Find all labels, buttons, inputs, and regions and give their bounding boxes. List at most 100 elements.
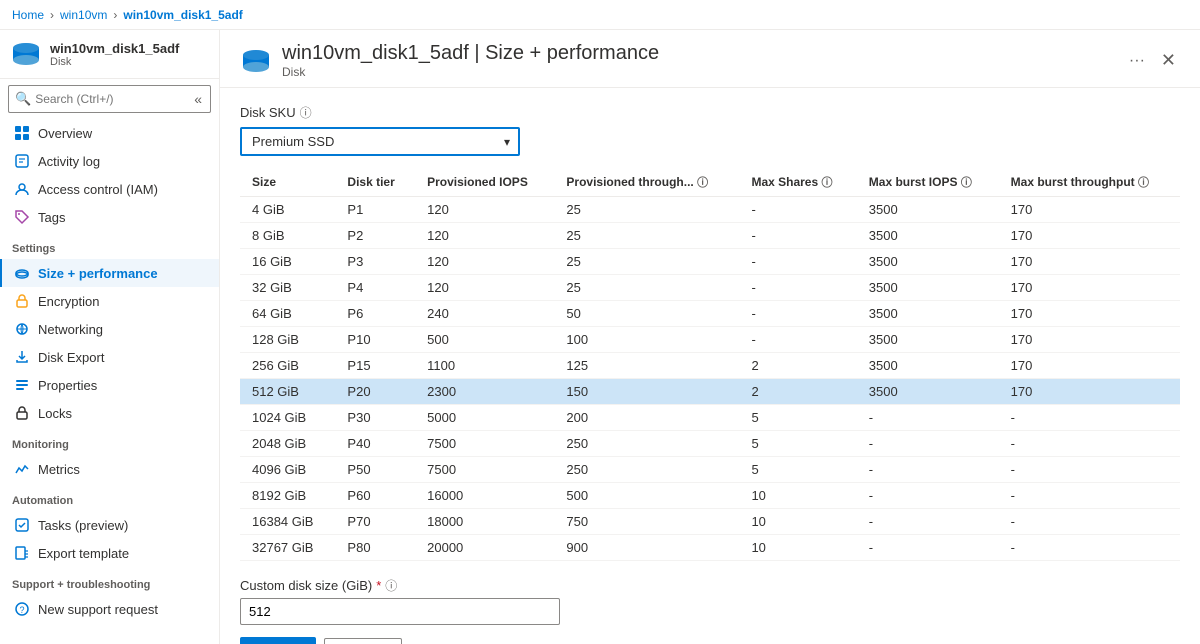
cell-tier: P3 <box>335 249 415 275</box>
col-max-burst-iops: Max burst IOPS ⓘ <box>857 168 999 197</box>
nav-item-properties[interactable]: Properties <box>0 371 219 399</box>
cell-burst-iops: - <box>857 535 999 561</box>
cell-burst-throughput: - <box>999 483 1180 509</box>
cell-burst-iops: - <box>857 457 999 483</box>
overview-icon <box>14 125 30 141</box>
nav-item-overview[interactable]: Overview <box>0 119 219 147</box>
nav-item-tags[interactable]: Tags <box>0 203 219 231</box>
table-row[interactable]: 512 GiB P20 2300 150 2 3500 170 <box>240 379 1180 405</box>
table-row[interactable]: 8192 GiB P60 16000 500 10 - - <box>240 483 1180 509</box>
search-input-wrap[interactable]: 🔍 « <box>8 85 211 113</box>
nav-item-disk-export[interactable]: Disk Export <box>0 343 219 371</box>
table-row[interactable]: 64 GiB P6 240 50 - 3500 170 <box>240 301 1180 327</box>
nav-item-networking-label: Networking <box>38 322 103 337</box>
more-options-button[interactable]: ··· <box>1125 46 1149 75</box>
cell-tier: P60 <box>335 483 415 509</box>
cell-throughput: 100 <box>554 327 739 353</box>
nav-item-tasks[interactable]: Tasks (preview) <box>0 511 219 539</box>
close-button[interactable]: ✕ <box>1157 46 1180 75</box>
disk-sku-label: Disk SKU ⓘ <box>240 104 1180 121</box>
cell-size: 4096 GiB <box>240 457 335 483</box>
cell-size: 2048 GiB <box>240 431 335 457</box>
nav-item-tasks-label: Tasks (preview) <box>38 518 128 533</box>
disk-sku-dropdown[interactable]: Premium SSD Standard SSD Standard HDD Ul… <box>240 127 520 156</box>
search-input[interactable] <box>35 92 155 106</box>
page-title: win10vm_disk1_5adf | Size + performance <box>282 42 1115 65</box>
breadcrumb-vm[interactable]: win10vm <box>60 8 107 22</box>
table-row[interactable]: 16384 GiB P70 18000 750 10 - - <box>240 509 1180 535</box>
custom-size-info-icon[interactable]: ⓘ <box>385 577 397 594</box>
cell-iops: 2300 <box>415 379 554 405</box>
disk-sku-info-icon[interactable]: ⓘ <box>300 104 312 121</box>
cell-size: 8192 GiB <box>240 483 335 509</box>
nav-item-metrics[interactable]: Metrics <box>0 455 219 483</box>
networking-icon <box>14 321 30 337</box>
automation-section-label: Automation <box>0 483 219 511</box>
table-row[interactable]: 16 GiB P3 120 25 - 3500 170 <box>240 249 1180 275</box>
collapse-sidebar-button[interactable]: « <box>192 89 204 109</box>
resize-button[interactable]: Resize <box>240 637 316 644</box>
cell-tier: P50 <box>335 457 415 483</box>
nav-item-export-template[interactable]: Export template <box>0 539 219 567</box>
table-row[interactable]: 2048 GiB P40 7500 250 5 - - <box>240 431 1180 457</box>
custom-size-input[interactable] <box>240 598 560 625</box>
cell-burst-throughput: - <box>999 509 1180 535</box>
custom-size-label: Custom disk size (GiB) * ⓘ <box>240 577 1180 594</box>
nav-item-locks[interactable]: Locks <box>0 399 219 427</box>
cell-throughput: 25 <box>554 223 739 249</box>
cell-iops: 500 <box>415 327 554 353</box>
nav-item-overview-label: Overview <box>38 126 92 141</box>
table-row[interactable]: 8 GiB P2 120 25 - 3500 170 <box>240 223 1180 249</box>
cell-throughput: 50 <box>554 301 739 327</box>
table-row[interactable]: 1024 GiB P30 5000 200 5 - - <box>240 405 1180 431</box>
nav-item-new-support[interactable]: ? New support request <box>0 595 219 623</box>
table-row[interactable]: 256 GiB P15 1100 125 2 3500 170 <box>240 353 1180 379</box>
main-content: win10vm_disk1_5adf | Size + performance … <box>220 30 1200 644</box>
breadcrumb-disk[interactable]: win10vm_disk1_5adf <box>123 8 242 22</box>
cell-max-shares: 5 <box>739 457 856 483</box>
max-shares-info-icon[interactable]: ⓘ <box>822 177 833 189</box>
table-row[interactable]: 32767 GiB P80 20000 900 10 - - <box>240 535 1180 561</box>
cell-max-shares: 2 <box>739 353 856 379</box>
burst-throughput-info-icon[interactable]: ⓘ <box>1138 177 1149 189</box>
cell-burst-iops: - <box>857 483 999 509</box>
cell-burst-iops: 3500 <box>857 327 999 353</box>
cell-iops: 1100 <box>415 353 554 379</box>
table-row[interactable]: 4096 GiB P50 7500 250 5 - - <box>240 457 1180 483</box>
cell-burst-throughput: 170 <box>999 275 1180 301</box>
col-disk-tier: Disk tier <box>335 168 415 197</box>
nav-item-size-performance[interactable]: Size + performance <box>0 259 219 287</box>
cell-burst-throughput: - <box>999 535 1180 561</box>
burst-iops-info-icon[interactable]: ⓘ <box>961 177 972 189</box>
table-row[interactable]: 4 GiB P1 120 25 - 3500 170 <box>240 197 1180 223</box>
col-size: Size <box>240 168 335 197</box>
nav-item-networking[interactable]: Networking <box>0 315 219 343</box>
nav-item-activity-log[interactable]: Activity log <box>0 147 219 175</box>
cell-burst-throughput: 170 <box>999 223 1180 249</box>
cell-tier: P6 <box>335 301 415 327</box>
discard-button[interactable]: Discard <box>324 638 402 644</box>
breadcrumb-home[interactable]: Home <box>12 8 44 22</box>
cell-throughput: 900 <box>554 535 739 561</box>
metrics-icon <box>14 461 30 477</box>
cell-size: 16384 GiB <box>240 509 335 535</box>
table-row[interactable]: 32 GiB P4 120 25 - 3500 170 <box>240 275 1180 301</box>
nav-item-access-control[interactable]: Access control (IAM) <box>0 175 219 203</box>
table-row[interactable]: 128 GiB P10 500 100 - 3500 170 <box>240 327 1180 353</box>
cell-max-shares: 10 <box>739 535 856 561</box>
cell-max-shares: - <box>739 275 856 301</box>
cell-iops: 120 <box>415 249 554 275</box>
cell-burst-throughput: 170 <box>999 327 1180 353</box>
size-performance-icon <box>14 265 30 281</box>
nav-item-disk-export-label: Disk Export <box>38 350 104 365</box>
sidebar-resource-title: win10vm_disk1_5adf <box>50 41 179 56</box>
throughput-info-icon[interactable]: ⓘ <box>697 177 708 189</box>
nav-item-encryption[interactable]: Encryption <box>0 287 219 315</box>
cell-burst-iops: - <box>857 405 999 431</box>
cell-tier: P40 <box>335 431 415 457</box>
cell-size: 128 GiB <box>240 327 335 353</box>
col-max-shares: Max Shares ⓘ <box>739 168 856 197</box>
cell-tier: P70 <box>335 509 415 535</box>
cell-burst-throughput: 170 <box>999 197 1180 223</box>
encryption-icon <box>14 293 30 309</box>
